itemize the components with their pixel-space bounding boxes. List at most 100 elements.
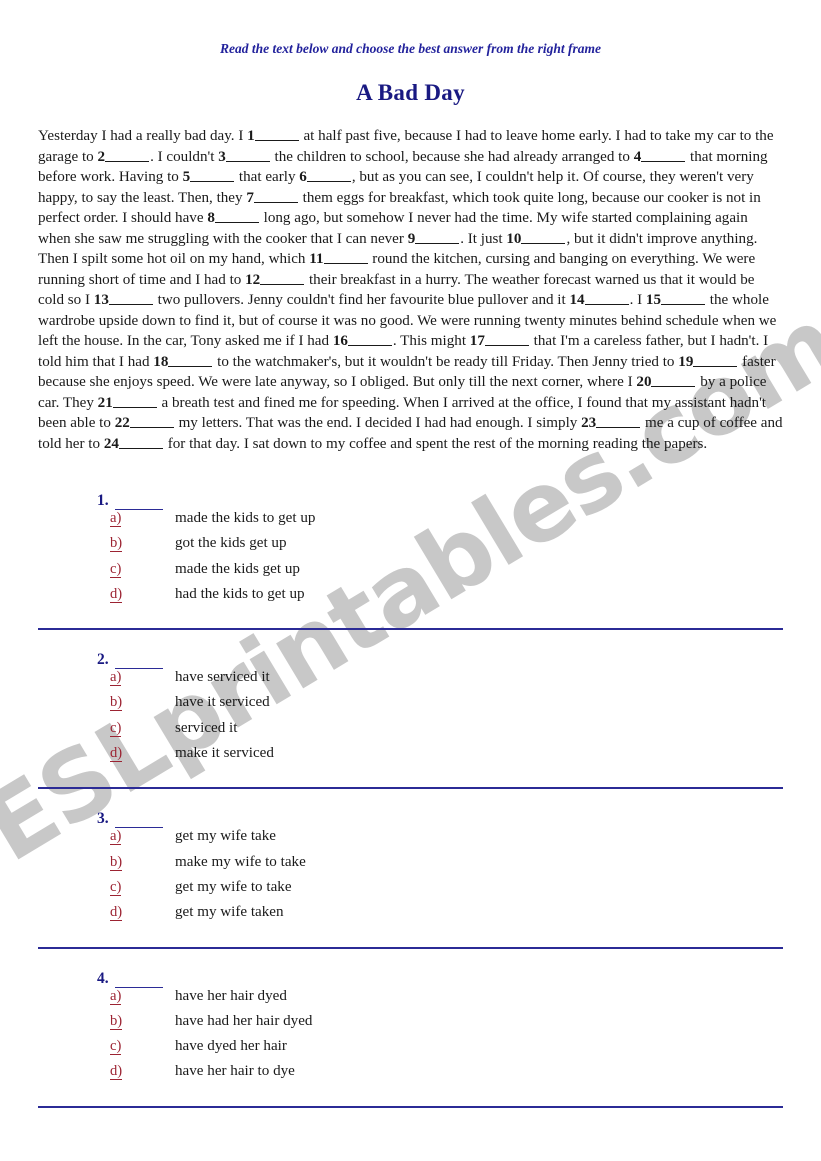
passage-blank-number: 2 (97, 148, 106, 165)
passage-blank-number: 1 (247, 128, 255, 144)
option-letter[interactable]: a) (110, 669, 175, 687)
option-letter[interactable]: b) (110, 853, 175, 871)
question-answer-blank[interactable] (114, 975, 163, 988)
answer-option[interactable]: b) make my wife to take (0, 853, 821, 879)
answer-option[interactable]: c) made the kids get up (0, 560, 821, 586)
passage-blank-number: 3 (218, 148, 226, 165)
answer-option[interactable]: b) got the kids get up (0, 535, 821, 560)
answer-option[interactable]: d) make it serviced (0, 745, 821, 770)
question-number: 4. (97, 969, 109, 987)
answer-option[interactable]: a) have serviced it (0, 669, 821, 694)
passage-blank-number: 14 (569, 292, 585, 308)
passage-blank-line[interactable] (693, 355, 738, 367)
option-text: serviced it (175, 719, 238, 736)
answer-option[interactable]: a) have her hair dyed (0, 987, 821, 1013)
passage-blank-line[interactable] (168, 355, 213, 367)
option-letter[interactable]: c) (110, 878, 175, 896)
passage-blank-number: 23 (581, 415, 597, 431)
answer-option[interactable]: a) made the kids to get up (0, 510, 821, 535)
passage-blank-line[interactable] (347, 334, 392, 346)
option-letter[interactable]: c) (110, 1038, 175, 1056)
option-letter[interactable]: d) (110, 745, 175, 763)
passage-blank-line[interactable] (641, 150, 686, 162)
question-answer-blank[interactable] (114, 497, 163, 510)
answer-option[interactable]: a) get my wife take (0, 828, 821, 853)
question-number: 1. (97, 492, 109, 509)
option-letter[interactable]: b) (110, 694, 175, 712)
passage-blank-line[interactable] (254, 129, 299, 141)
passage-blank-line[interactable] (112, 396, 157, 408)
option-letter[interactable]: a) (110, 510, 175, 527)
question-header: 3. (97, 806, 821, 829)
answer-option[interactable]: d) get my wife taken (0, 904, 821, 929)
option-text: make it serviced (175, 745, 274, 762)
passage-blank-line[interactable] (521, 232, 566, 244)
passage-blank-line[interactable] (190, 170, 235, 182)
passage-blank-line[interactable] (596, 416, 641, 428)
question-number: 3. (97, 810, 109, 828)
question-header: 2. (97, 647, 821, 670)
option-text: get my wife taken (175, 904, 284, 921)
answer-option[interactable]: c) get my wife to take (0, 878, 821, 904)
option-text: had the kids to get up (175, 585, 305, 602)
question-number: 2. (97, 651, 109, 669)
option-letter[interactable]: d) (110, 904, 175, 922)
option-letter[interactable]: c) (110, 560, 175, 578)
question-answer-blank[interactable] (114, 815, 163, 829)
reading-passage: Yesterday I had a really bad day. I 1 at… (38, 128, 783, 452)
option-text: have dyed her hair (175, 1038, 287, 1055)
answer-option[interactable]: d) had the kids to get up (0, 585, 821, 611)
passage-blank-line[interactable] (214, 211, 259, 223)
passage-blank-line[interactable] (260, 273, 305, 285)
passage-blank-line[interactable] (661, 293, 706, 305)
answer-option[interactable]: c) serviced it (0, 719, 821, 745)
question-answer-blank[interactable] (114, 656, 163, 670)
answer-option[interactable]: d) have her hair to dye (0, 1063, 821, 1088)
option-letter[interactable]: a) (110, 987, 175, 1005)
option-text: have serviced it (175, 669, 270, 686)
question-block: 4. a) have her hair dyed b) have had her hai… (0, 966, 821, 1089)
option-letter[interactable]: b) (110, 535, 175, 553)
passage-blank-line[interactable] (225, 150, 270, 162)
passage-blank-number: 12 (245, 271, 261, 288)
passage-blank-line[interactable] (306, 170, 351, 182)
option-letter[interactable]: d) (110, 585, 175, 603)
option-letter[interactable]: a) (110, 828, 175, 846)
passage-blank-line[interactable] (415, 232, 460, 244)
passage-blank-line[interactable] (129, 416, 174, 428)
option-text: have it serviced (175, 694, 270, 711)
passage-blank-line[interactable] (118, 437, 163, 449)
passage-blank-number: 4 (633, 148, 642, 165)
option-text: make my wife to take (175, 853, 306, 870)
passage-blank-line[interactable] (253, 191, 298, 203)
passage-blank-number: 13 (93, 292, 109, 308)
questions-list: 1. a) made the kids to get up b) got the kid… (0, 488, 821, 1108)
passage-blank-number: 10 (506, 230, 522, 247)
passage-blank-line[interactable] (651, 375, 696, 387)
option-letter[interactable]: d) (110, 1063, 175, 1081)
option-text: have her hair dyed (175, 987, 287, 1004)
option-letter[interactable]: b) (110, 1012, 175, 1030)
passage-blank-line[interactable] (584, 293, 629, 305)
option-text: made the kids get up (175, 560, 300, 577)
answer-option[interactable]: c) have dyed her hair (0, 1038, 821, 1063)
answer-option[interactable]: b) have it serviced (0, 694, 821, 719)
worksheet-page: ESLprintables.com Read the text below an… (0, 0, 821, 1161)
passage-blank-line[interactable] (108, 293, 153, 305)
answer-option[interactable]: b) have had her hair dyed (0, 1012, 821, 1038)
option-letter[interactable]: c) (110, 719, 175, 737)
question-block: 1. a) made the kids to get up b) got the kid… (0, 488, 821, 611)
passage-blank-line[interactable] (323, 252, 368, 264)
passage-blank-line[interactable] (105, 150, 150, 162)
passage-blank-number: 17 (469, 333, 485, 349)
section-divider (38, 1105, 783, 1108)
passage-blank-number: 16 (332, 333, 348, 349)
passage-blank-number: 19 (678, 353, 694, 370)
question-block: 2. a) have serviced it b) have it serviced c)… (0, 647, 821, 770)
passage-blank-line[interactable] (484, 334, 529, 346)
